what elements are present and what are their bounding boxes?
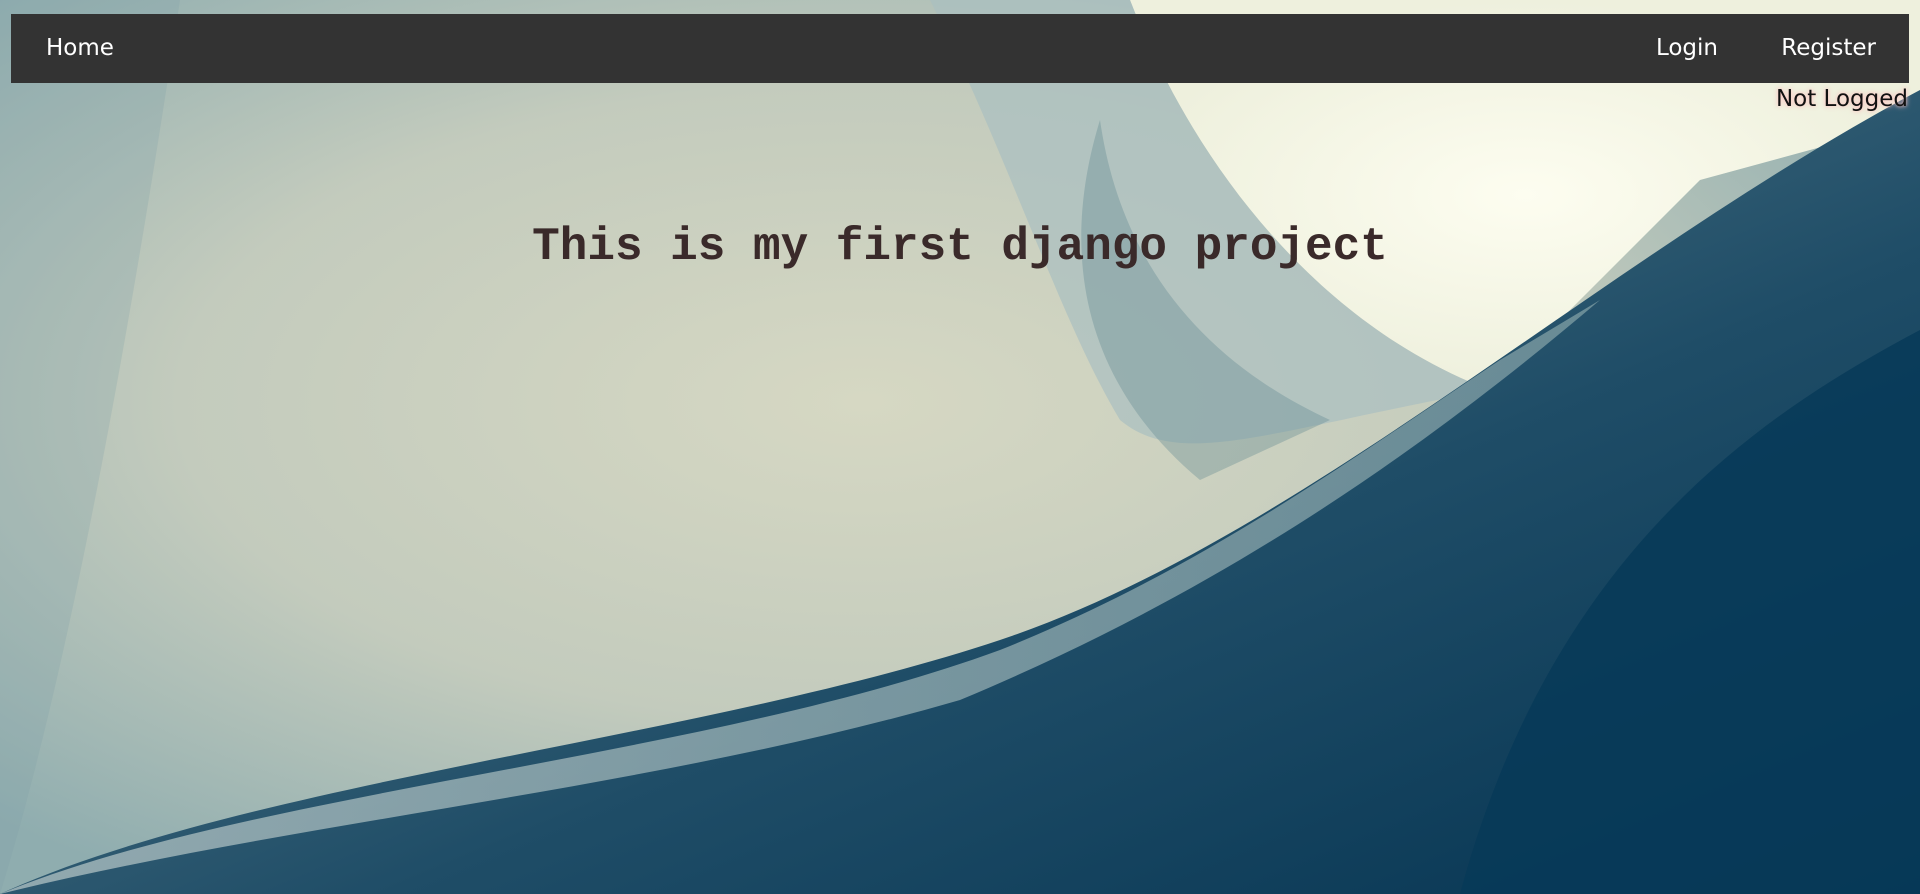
nav-login-link[interactable]: Login bbox=[1656, 14, 1718, 83]
page-headline: This is my first django project bbox=[532, 220, 1388, 273]
background-image bbox=[0, 0, 1920, 894]
nav-home-link[interactable]: Home bbox=[46, 14, 114, 83]
nav-register-link[interactable]: Register bbox=[1781, 14, 1876, 83]
top-navbar: Home Login Register bbox=[11, 14, 1909, 83]
auth-status-text: Not Logged bbox=[1775, 86, 1908, 112]
